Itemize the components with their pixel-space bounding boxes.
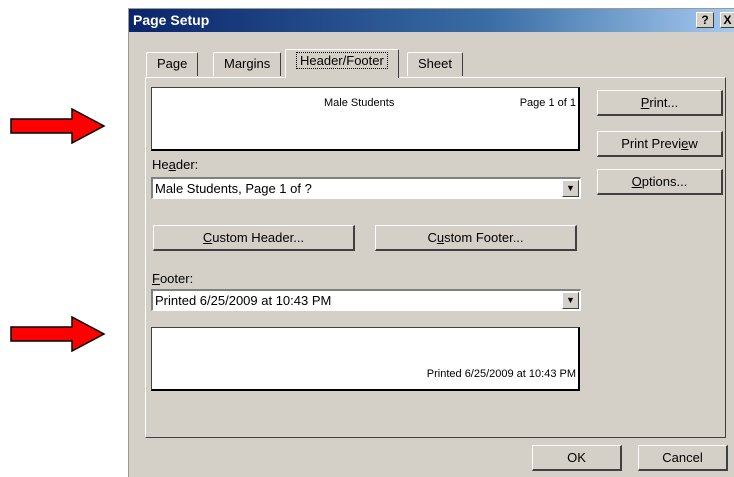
print-button[interactable]: Print... <box>597 90 723 116</box>
header-select[interactable]: Male Students, Page 1 of ? ▼ <box>151 177 581 199</box>
header-select-value: Male Students, Page 1 of ? <box>155 181 312 196</box>
custom-footer-button[interactable]: Custom Footer... <box>375 225 577 251</box>
page-setup-dialog: Page Setup ? X Page Margins Header/Foote… <box>128 8 734 477</box>
footer-select[interactable]: Printed 6/25/2009 at 10:43 PM ▼ <box>151 289 581 311</box>
tab-sheet[interactable]: Sheet <box>407 52 463 76</box>
header-preview-center: Male Students <box>324 97 395 109</box>
header-preview: Male Students Page 1 of 1 <box>151 87 580 151</box>
header-label: Header: <box>152 157 199 172</box>
cancel-button[interactable]: Cancel <box>638 445 728 471</box>
tab-header-footer[interactable]: Header/Footer <box>285 49 399 78</box>
footer-label: Footer: <box>152 271 194 286</box>
custom-header-button[interactable]: Custom Header... <box>153 225 355 251</box>
print-preview-button[interactable]: Print Preview <box>597 131 723 157</box>
red-arrow-icon <box>10 108 106 144</box>
footer-select-value: Printed 6/25/2009 at 10:43 PM <box>155 293 332 308</box>
dialog-titlebar: Page Setup ? X <box>129 9 734 32</box>
footer-preview: Printed 6/25/2009 at 10:43 PM <box>151 327 580 391</box>
ok-button[interactable]: OK <box>532 445 622 471</box>
chevron-down-icon[interactable]: ▼ <box>562 292 579 309</box>
footer-preview-right: Printed 6/25/2009 at 10:43 PM <box>426 368 576 380</box>
header-preview-right: Page 1 of 1 <box>519 97 576 109</box>
options-button[interactable]: Options... <box>597 169 723 195</box>
red-arrow-icon <box>10 316 106 352</box>
close-icon[interactable]: X <box>720 12 734 28</box>
tab-page[interactable]: Page <box>146 52 199 76</box>
help-icon[interactable]: ? <box>696 12 714 28</box>
tab-margins[interactable]: Margins <box>213 52 282 76</box>
dialog-title: Page Setup <box>133 12 210 28</box>
chevron-down-icon[interactable]: ▼ <box>562 180 579 197</box>
